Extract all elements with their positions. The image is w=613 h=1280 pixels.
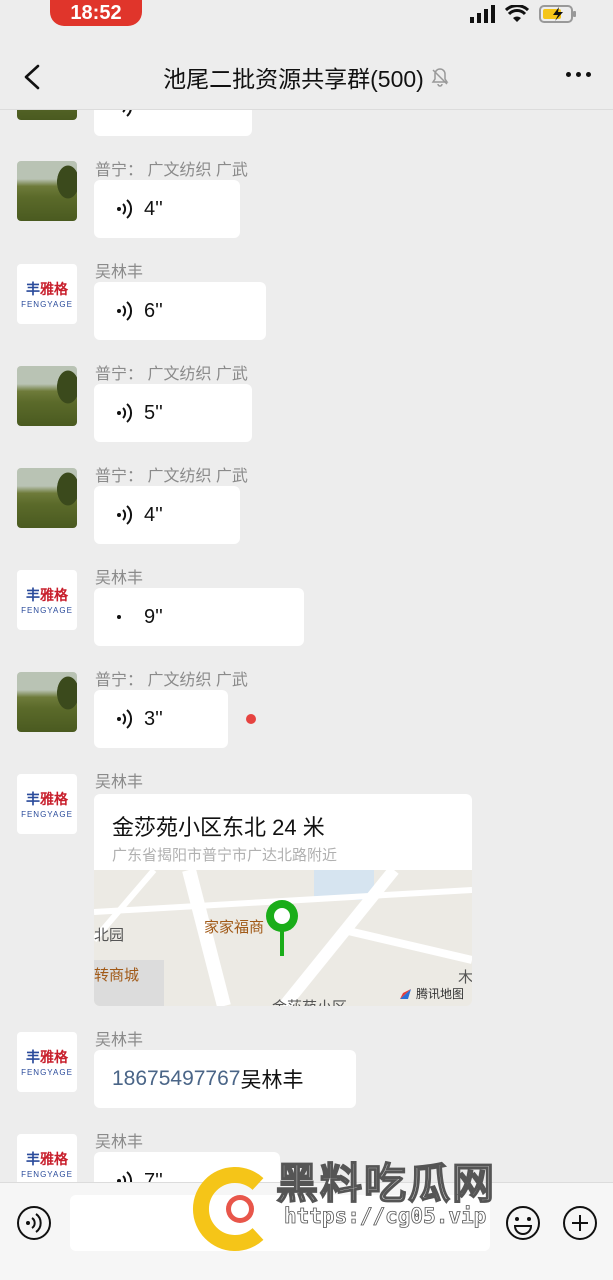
logo-text: 丰雅格 [26, 791, 68, 807]
logo-text: 丰雅格 [26, 587, 68, 603]
sender-name: 吴林丰 [95, 1134, 144, 1151]
sender-name: 吴林丰 [95, 774, 144, 791]
voice-bubble[interactable]: 5'' [94, 384, 252, 442]
logo-subtext: FENGYAGE [21, 1170, 73, 1179]
voice-duration: 4'' [144, 197, 163, 220]
sender-name: 吴林丰 [95, 264, 144, 281]
avatar[interactable]: 丰雅格 FENGYAGE [17, 264, 77, 324]
voice-bubble[interactable]: 6'' [94, 282, 266, 340]
map-label: 转商城 [94, 967, 140, 984]
logo-subtext: FENGYAGE [21, 300, 73, 309]
location-title: 金莎苑小区东北 24 米 [112, 815, 325, 840]
logo-subtext: FENGYAGE [21, 1068, 73, 1077]
logo-text: 丰雅格 [26, 1151, 68, 1167]
voice-icon [117, 1171, 133, 1182]
battery-icon [539, 5, 576, 23]
signal-icon [470, 5, 495, 23]
message-input[interactable] [70, 1195, 490, 1251]
voice-icon [117, 709, 133, 729]
wifi-icon [505, 5, 529, 22]
avatar[interactable] [17, 110, 77, 120]
location-pin-icon [266, 900, 298, 956]
map-label: 木 [458, 969, 472, 986]
logo-subtext: FENGYAGE [21, 810, 73, 819]
input-bar [0, 1182, 613, 1280]
avatar[interactable]: 丰雅格 FENGYAGE [17, 774, 77, 834]
sender-name: 普宁： 广文纺织 广武 [95, 366, 248, 383]
sender-name: 普宁： 广文纺织 广武 [95, 672, 248, 689]
voice-icon [117, 505, 133, 525]
status-bar: 18:52 [0, 0, 613, 36]
status-time: 18:52 [50, 0, 142, 26]
logo-text: 丰雅格 [26, 1049, 68, 1065]
sender-name: 吴林丰 [95, 570, 144, 587]
phone-link[interactable]: 18675497767 [112, 1067, 240, 1091]
avatar[interactable] [17, 366, 77, 426]
logo-subtext: FENGYAGE [21, 606, 73, 615]
map-label: 金莎苑小区 [272, 996, 347, 1006]
map-label: 家家福商 [204, 919, 265, 936]
voice-duration: 6'' [144, 299, 163, 322]
status-icons [469, 4, 577, 24]
voice-duration: 4'' [144, 503, 163, 526]
avatar[interactable]: 丰雅格 FENGYAGE [17, 570, 77, 630]
voice-duration: 7'' [144, 1169, 163, 1183]
sender-name: 普宁： 广文纺织 广武 [95, 468, 248, 485]
voice-bubble[interactable]: 4'' [94, 180, 240, 238]
avatar[interactable]: 丰雅格 FENGYAGE [17, 1032, 77, 1092]
voice-playing-icon [117, 615, 121, 619]
voice-icon [117, 403, 133, 423]
voice-bubble[interactable]: 3'' [94, 690, 228, 748]
back-icon[interactable] [18, 62, 48, 92]
avatar[interactable] [17, 672, 77, 732]
voice-duration: 9'' [144, 605, 163, 628]
message-list: 普宁： 广文纺织 广武 4'' 丰雅格 FENGYAGE 吴林丰 6'' 普宁：… [0, 110, 613, 1182]
chat-title: 池尾二批资源共享群(500) [163, 60, 450, 94]
voice-duration: 3'' [144, 707, 163, 730]
contact-name: 吴林丰 [240, 1069, 304, 1092]
map-credit: 腾讯地图 [399, 985, 464, 1002]
location-address: 广东省揭阳市普宁市广达北路附近 [112, 847, 338, 864]
voice-icon [117, 301, 133, 321]
map-label: 北园 [94, 927, 125, 944]
voice-bubble[interactable]: 4'' [94, 486, 240, 544]
unread-dot [246, 714, 256, 724]
logo-text: 丰雅格 [26, 281, 68, 297]
voice-icon [117, 199, 133, 219]
add-attachment-button[interactable] [562, 1205, 598, 1241]
voice-icon [122, 110, 132, 117]
nav-bar: 池尾二批资源共享群(500) [0, 44, 613, 110]
voice-input-button[interactable] [16, 1205, 52, 1241]
sender-name: 普宁： 广文纺织 广武 [95, 162, 248, 179]
muted-bell-icon [431, 67, 449, 87]
more-options-button[interactable] [566, 72, 591, 77]
avatar[interactable]: 丰雅格 FENGYAGE [17, 1134, 77, 1182]
voice-bubble[interactable]: 7'' [94, 1152, 280, 1182]
emoji-button[interactable] [505, 1205, 541, 1241]
sender-name: 吴林丰 [95, 1032, 144, 1049]
voice-duration: 5'' [144, 401, 163, 424]
location-map[interactable]: 北园 家家福商 转商城 木 金莎苑小区 腾讯地图 [94, 870, 472, 1006]
location-card[interactable]: 金莎苑小区东北 24 米 广东省揭阳市普宁市广达北路附近 北园 家家福商 转商城… [94, 794, 472, 1006]
voice-bubble[interactable]: 9'' [94, 588, 304, 646]
avatar[interactable] [17, 161, 77, 221]
voice-bubble[interactable] [94, 110, 252, 136]
text-bubble[interactable]: 18675497767 吴林丰 [94, 1050, 356, 1108]
tencent-map-icon [399, 988, 411, 999]
group-name: 池尾二批资源共享群(500) [163, 65, 424, 92]
avatar[interactable] [17, 468, 77, 528]
